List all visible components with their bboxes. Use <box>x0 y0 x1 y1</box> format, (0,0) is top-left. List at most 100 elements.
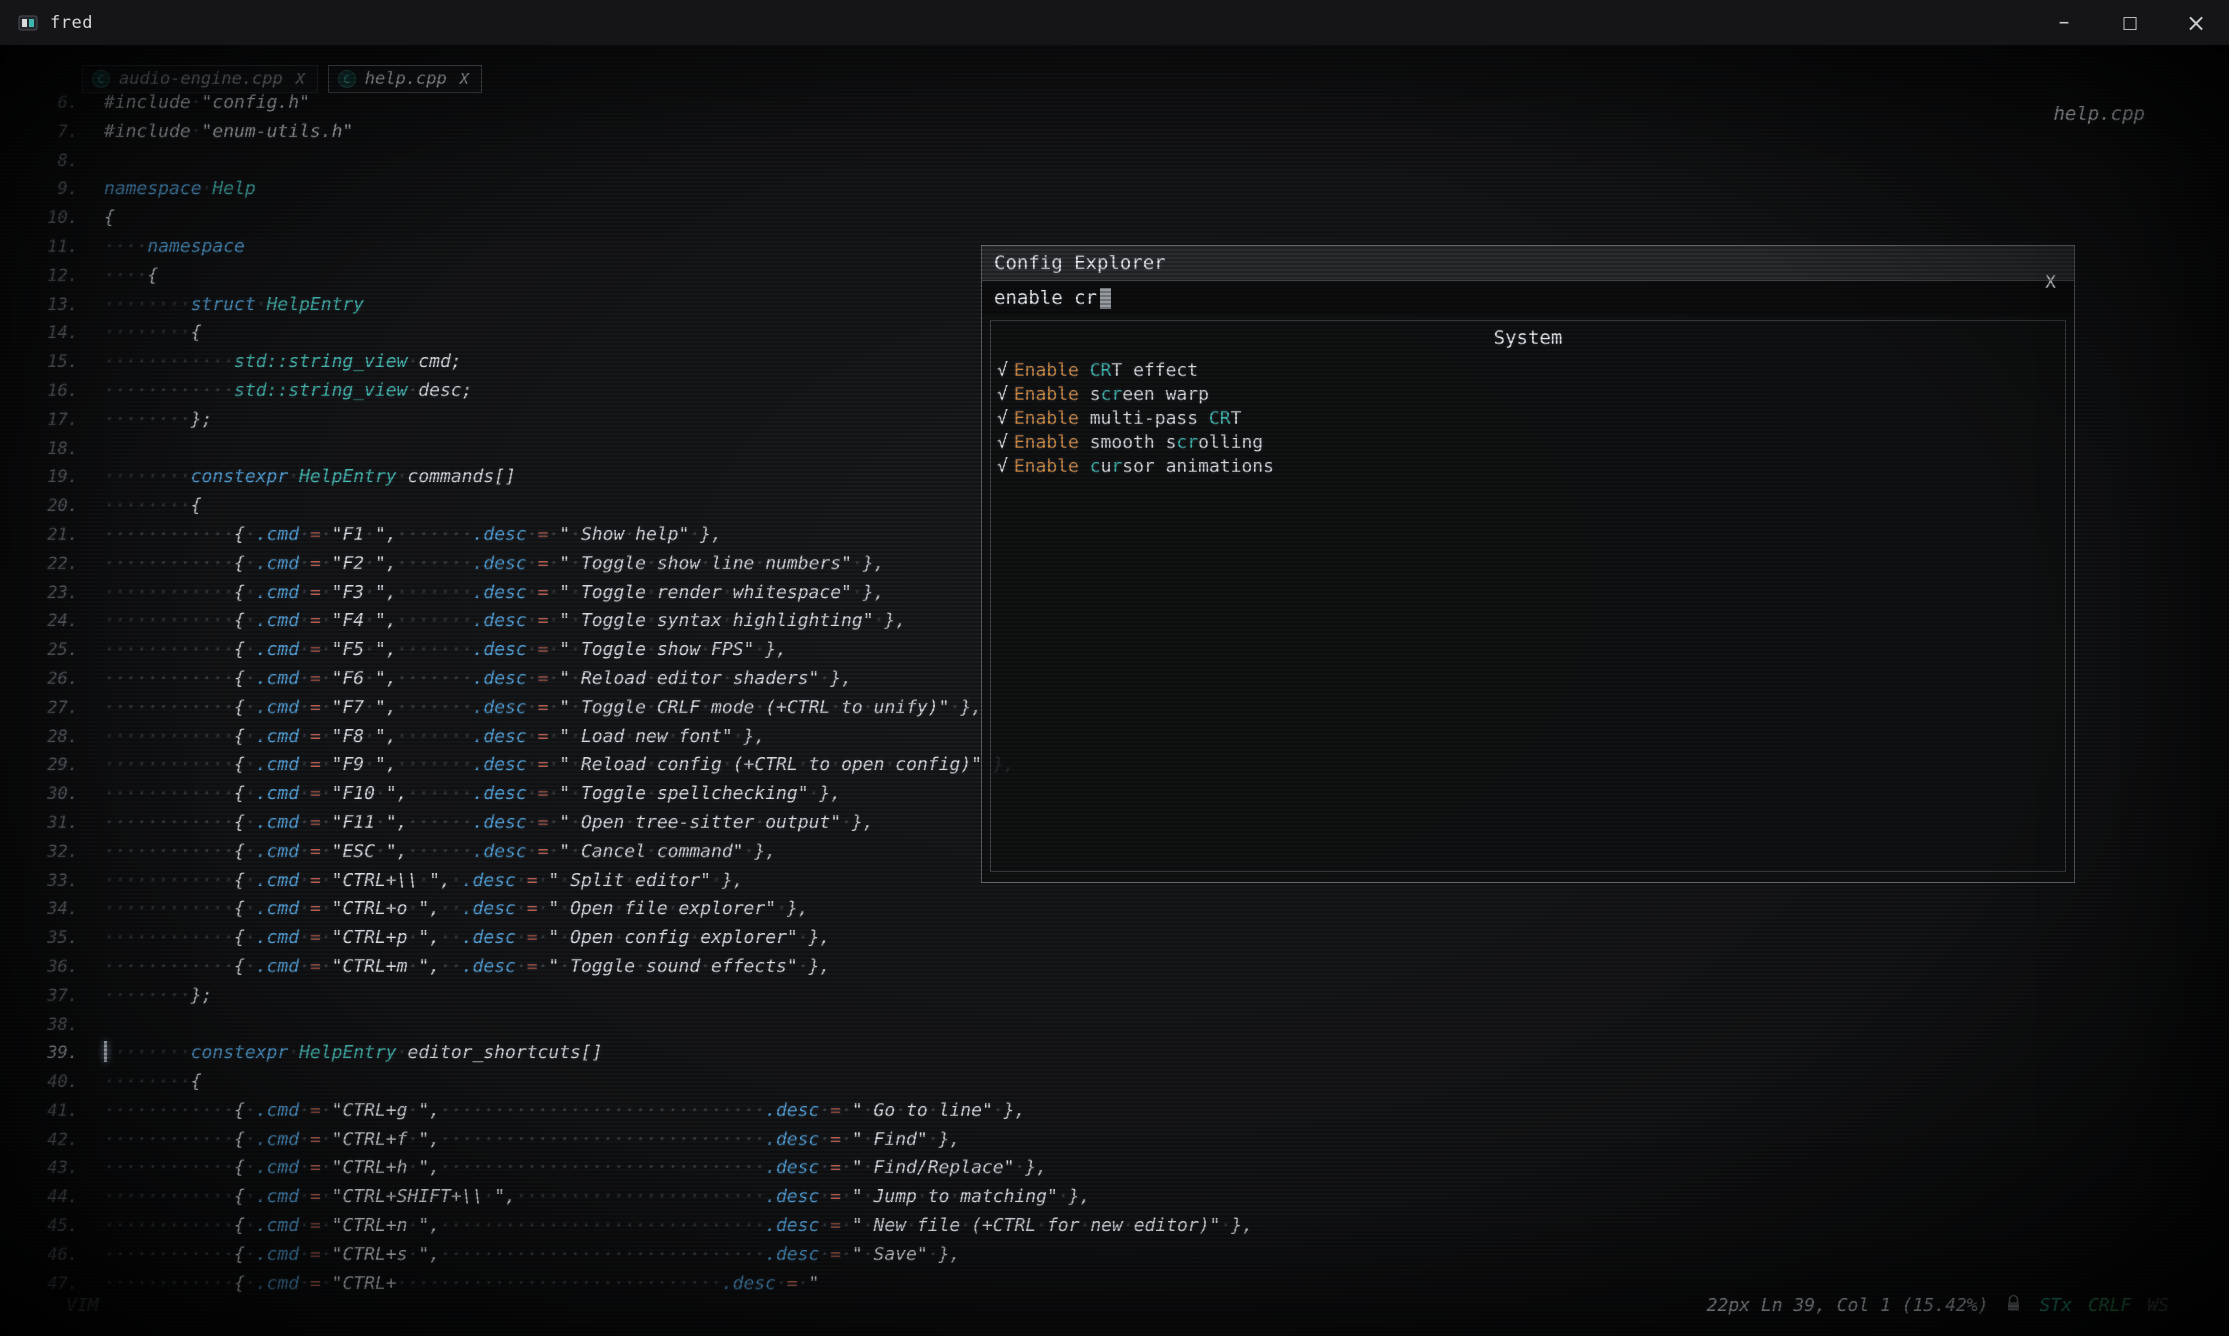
line-number: 6. <box>14 89 104 118</box>
line-number: 20. <box>14 492 104 521</box>
line-number: 33. <box>14 867 104 896</box>
editor-screen: C audio-engine.cpp X C help.cpp X help.c… <box>0 45 2229 1336</box>
code-line: 37.········}; <box>14 982 1253 1011</box>
minimize-button[interactable]: – <box>2031 0 2097 45</box>
code-line: 43.············{·.cmd·=·"CTRL+h·",······… <box>14 1154 1253 1183</box>
maximize-button[interactable]: □ <box>2097 0 2163 45</box>
line-number: 37. <box>14 982 104 1011</box>
code-line: 46.············{·.cmd·=·"CTRL+s·",······… <box>14 1241 1253 1270</box>
popup-close-icon[interactable]: X <box>2045 272 2056 293</box>
tab-label: help.cpp <box>365 69 447 89</box>
line-number: 17. <box>14 406 104 435</box>
line-number: 35. <box>14 924 104 953</box>
code-line: 45.············{·.cmd·=·"CTRL+n·",······… <box>14 1212 1253 1241</box>
cpp-file-icon: C <box>338 70 356 88</box>
code-line: 38. <box>14 1011 1253 1040</box>
status-flag-stx: STx <box>2039 1295 2072 1316</box>
status-bar: VIM 22px Ln 39, Col 1 (15.42%) STx CRLF WS <box>0 1290 2229 1320</box>
titlebar: fred – □ × <box>0 0 2229 45</box>
line-number: 41. <box>14 1097 104 1126</box>
code-line: 34.············{·.cmd·=·"CTRL+o·",··.des… <box>14 895 1253 924</box>
checkbox-checked-icon: √ <box>997 384 1008 405</box>
config-item[interactable]: √Enable cursor animations <box>991 455 2065 479</box>
line-number: 23. <box>14 579 104 608</box>
line-number: 19. <box>14 463 104 492</box>
config-items: √Enable CRT effect√Enable screen warp√En… <box>991 359 2065 479</box>
code-line: 42.············{·.cmd·=·"CTRL+f·",······… <box>14 1126 1253 1155</box>
config-section-header: System <box>991 321 2065 349</box>
line-number: 16. <box>14 377 104 406</box>
line-number: 42. <box>14 1126 104 1155</box>
code-line: 35.············{·.cmd·=·"CTRL+p·",··.des… <box>14 924 1253 953</box>
status-flag-ws: WS <box>2147 1295 2169 1316</box>
line-number: 21. <box>14 521 104 550</box>
code-line: 44.············{·.cmd·=·"CTRL+SHIFT+\\·"… <box>14 1183 1253 1212</box>
line-number: 8. <box>14 147 104 176</box>
line-number: 32. <box>14 838 104 867</box>
line-number: 39. <box>14 1039 104 1068</box>
code-line: 41.············{·.cmd·=·"CTRL+g·",······… <box>14 1097 1253 1126</box>
code-line: 36.············{·.cmd·=·"CTRL+m·",··.des… <box>14 953 1253 982</box>
line-number: 9. <box>14 175 104 204</box>
line-number: 18. <box>14 435 104 464</box>
input-cursor <box>1100 288 1111 309</box>
line-number: 27. <box>14 694 104 723</box>
config-search-query: enable cr <box>994 287 1097 309</box>
config-item[interactable]: √Enable screen warp <box>991 383 2065 407</box>
code-line: 6.#include·"config.h" <box>14 89 1253 118</box>
app-icon <box>18 13 38 33</box>
config-search-input[interactable]: enable cr <box>982 281 2074 315</box>
code-line: 40.········{ <box>14 1068 1253 1097</box>
config-item[interactable]: √Enable smooth scrolling <box>991 431 2065 455</box>
line-number: 22. <box>14 550 104 579</box>
window-controls: – □ × <box>2031 0 2229 45</box>
line-number: 38. <box>14 1011 104 1040</box>
line-number: 12. <box>14 262 104 291</box>
line-number: 30. <box>14 780 104 809</box>
checkbox-checked-icon: √ <box>997 408 1008 429</box>
status-flags: STx CRLF WS <box>2039 1295 2169 1316</box>
line-number: 45. <box>14 1212 104 1241</box>
checkbox-checked-icon: √ <box>997 432 1008 453</box>
code-line: 39.········constexpr·HelpEntry·editor_sh… <box>14 1039 1253 1068</box>
line-number: 40. <box>14 1068 104 1097</box>
line-number: 13. <box>14 291 104 320</box>
line-number: 10. <box>14 204 104 233</box>
line-number: 43. <box>14 1154 104 1183</box>
tab-help[interactable]: C help.cpp X <box>328 65 482 93</box>
status-flag-crlf: CRLF <box>2088 1295 2131 1316</box>
config-explorer-titlebar[interactable]: Config Explorer <box>982 246 2074 281</box>
code-line: 7.#include·"enum-utils.h" <box>14 118 1253 147</box>
line-number: 26. <box>14 665 104 694</box>
config-explorer-title: Config Explorer <box>994 252 1166 274</box>
tab-audio-engine[interactable]: C audio-engine.cpp X <box>82 65 318 93</box>
tab-bar: C audio-engine.cpp X C help.cpp X <box>82 65 482 93</box>
close-button[interactable]: × <box>2163 0 2229 45</box>
vim-mode-indicator: VIM <box>66 1295 99 1316</box>
line-number: 14. <box>14 319 104 348</box>
cursor-position-info: 22px Ln 39, Col 1 (15.42%) <box>1707 1295 1989 1316</box>
line-number: 34. <box>14 895 104 924</box>
line-number: 15. <box>14 348 104 377</box>
window-title: fred <box>50 13 93 33</box>
checkbox-checked-icon: √ <box>997 360 1008 381</box>
checkbox-checked-icon: √ <box>997 456 1008 477</box>
config-item[interactable]: √Enable multi-pass CRT <box>991 407 2065 431</box>
tab-close-icon[interactable]: X <box>460 70 469 88</box>
line-number: 11. <box>14 233 104 262</box>
cpp-file-icon: C <box>92 70 110 88</box>
config-list: System √Enable CRT effect√Enable screen … <box>990 320 2066 872</box>
line-number: 31. <box>14 809 104 838</box>
line-number: 29. <box>14 751 104 780</box>
line-number: 25. <box>14 636 104 665</box>
tab-close-icon[interactable]: X <box>296 70 305 88</box>
line-number: 46. <box>14 1241 104 1270</box>
line-number: 28. <box>14 723 104 752</box>
status-right-cluster: 22px Ln 39, Col 1 (15.42%) STx CRLF WS <box>1707 1294 2169 1317</box>
file-name-label: help.cpp <box>2053 103 2145 125</box>
line-number: 36. <box>14 953 104 982</box>
config-item[interactable]: √Enable CRT effect <box>991 359 2065 383</box>
line-number: 44. <box>14 1183 104 1212</box>
config-explorer-window: Config Explorer X enable cr System √Enab… <box>981 245 2075 883</box>
line-number: 24. <box>14 607 104 636</box>
